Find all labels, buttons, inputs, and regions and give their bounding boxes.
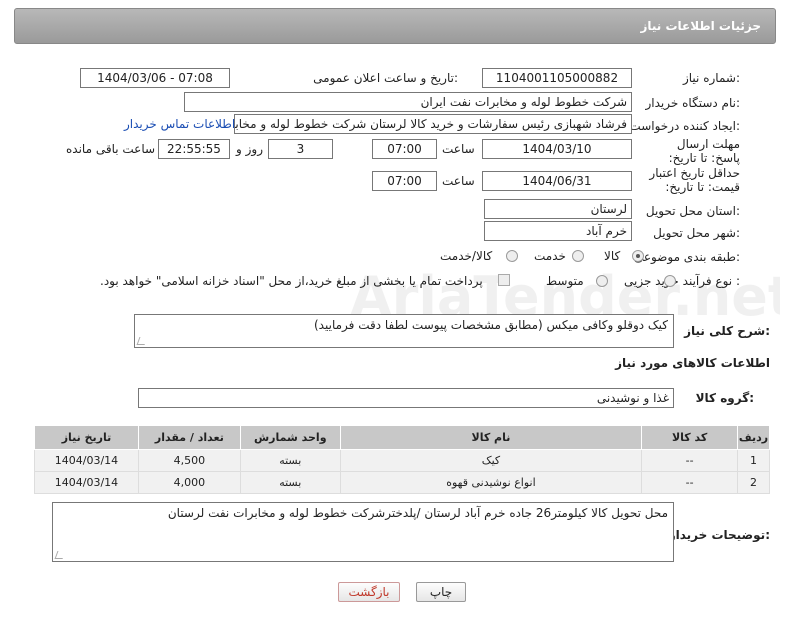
cell-qty: 4,000 [137, 471, 241, 494]
need-number-field[interactable]: 1104001105000882 [482, 68, 632, 88]
buyer-notes-textarea[interactable]: محل تحویل کالا کیلومتر26 جاده خرم آباد ل… [52, 502, 674, 562]
category-label: طبقه بندی موضوعی: [633, 250, 740, 264]
need-number-label: شماره نیاز: [682, 71, 740, 85]
buyer-org-field[interactable]: شرکت خطوط لوله و مخابرات نفت ایران [184, 92, 632, 112]
process-radio-medium[interactable] [596, 275, 608, 287]
cell-name: انواع نوشیدنی قهوه [339, 471, 643, 494]
col-name: نام کالا [339, 425, 643, 450]
goods-group-field[interactable]: غذا و نوشیدنی [138, 388, 674, 408]
table-row[interactable]: 1 -- کیک بسته 4,500 1404/03/14 [34, 449, 770, 472]
city-label: شهر محل تحویل: [653, 226, 740, 240]
cell-unit: بسته [239, 471, 341, 494]
category-radio-goods[interactable] [632, 250, 644, 262]
process-option-medium: متوسط [546, 274, 584, 288]
treasury-payment-note: پرداخت تمام یا بخشی از مبلغ خرید،از محل … [100, 274, 483, 288]
description-text: کیک دوقلو وکافی میکس (مطابق مشخصات پیوست… [314, 318, 668, 332]
reply-date-field[interactable]: 1404/03/10 [482, 139, 632, 159]
category-radio-service[interactable] [572, 250, 584, 262]
col-unit: واحد شمارش [239, 425, 341, 450]
province-field[interactable]: لرستان [484, 199, 632, 219]
price-time-field[interactable]: 07:00 [372, 171, 437, 191]
buyer-notes-label: توضیحات خریدار: [668, 528, 770, 542]
cell-code: -- [641, 449, 739, 472]
process-radio-minor[interactable] [664, 275, 676, 287]
days-field[interactable]: 3 [268, 139, 333, 159]
creator-label: ایجاد کننده درخواست: [629, 119, 740, 133]
resize-grip-icon[interactable] [54, 551, 66, 559]
category-option-goods: کالا [604, 249, 621, 263]
remaining-time-field[interactable]: 22:55:55 [158, 139, 230, 159]
description-textarea[interactable]: کیک دوقلو وکافی میکس (مطابق مشخصات پیوست… [134, 314, 674, 348]
category-option-both: کالا/خدمت [440, 249, 493, 263]
print-button[interactable]: چاپ [416, 582, 466, 602]
city-field[interactable]: خرم آباد [484, 221, 632, 241]
details-header: جزئیات اطلاعات نیاز [14, 8, 776, 44]
announce-datetime-field[interactable]: 1404/03/06 - 07:08 [80, 68, 230, 88]
creator-field[interactable]: فرشاد شهبازی رئیس سفارشات و خرید کالا لر… [234, 114, 632, 134]
col-code: کد کالا [641, 425, 739, 450]
price-validity-label: حداقل تاریخ اعتبار قیمت: تا تاریخ: [649, 166, 740, 194]
col-row: ردیف [737, 425, 770, 450]
goods-group-label: گروه کالا: [695, 391, 754, 405]
buyer-contact-link[interactable]: اطلاعات تماس خریدار [124, 117, 235, 131]
col-date: تاریخ نیاز [34, 425, 139, 450]
category-option-service: خدمت [534, 249, 566, 263]
reply-time-field[interactable]: 07:00 [372, 139, 437, 159]
buyer-notes-text: محل تحویل کالا کیلومتر26 جاده خرم آباد ل… [167, 506, 668, 520]
buyer-org-label: نام دستگاه خریدار: [645, 96, 741, 110]
process-option-minor: جزیی [624, 274, 652, 288]
cell-name: کیک [339, 449, 643, 472]
description-label: شرح کلی نیاز: [684, 324, 770, 338]
treasury-payment-checkbox[interactable] [498, 274, 510, 286]
cell-date: 1404/03/14 [34, 449, 139, 472]
cell-row: 1 [737, 449, 770, 472]
cell-date: 1404/03/14 [34, 471, 139, 494]
cell-unit: بسته [239, 449, 341, 472]
back-button[interactable]: بازگشت [338, 582, 400, 602]
category-radio-both[interactable] [506, 250, 518, 262]
cell-row: 2 [737, 471, 770, 494]
cell-code: -- [641, 471, 739, 494]
resize-grip-icon[interactable] [136, 337, 148, 345]
remaining-label: ساعت باقی مانده [66, 142, 156, 156]
province-label: استان محل تحویل: [645, 204, 740, 218]
days-label: روز و [236, 142, 263, 156]
cell-qty: 4,500 [137, 449, 241, 472]
price-time-label: ساعت [442, 174, 475, 188]
goods-section-title: اطلاعات کالاهای مورد نیاز [615, 356, 770, 370]
col-qty: تعداد / مقدار [137, 425, 241, 450]
page-title: جزئیات اطلاعات نیاز [640, 19, 761, 33]
table-row[interactable]: 2 -- انواع نوشیدنی قهوه بسته 4,000 1404/… [34, 471, 770, 494]
announce-label: تاریخ و ساعت اعلان عمومی: [313, 71, 458, 85]
table-header-row: ردیف کد کالا نام کالا واحد شمارش تعداد /… [34, 425, 770, 450]
goods-table: ردیف کد کالا نام کالا واحد شمارش تعداد /… [34, 425, 770, 494]
price-date-field[interactable]: 1404/06/31 [482, 171, 632, 191]
reply-time-label: ساعت [442, 142, 475, 156]
reply-deadline-label: مهلت ارسال پاسخ: تا تاریخ: [668, 137, 740, 165]
